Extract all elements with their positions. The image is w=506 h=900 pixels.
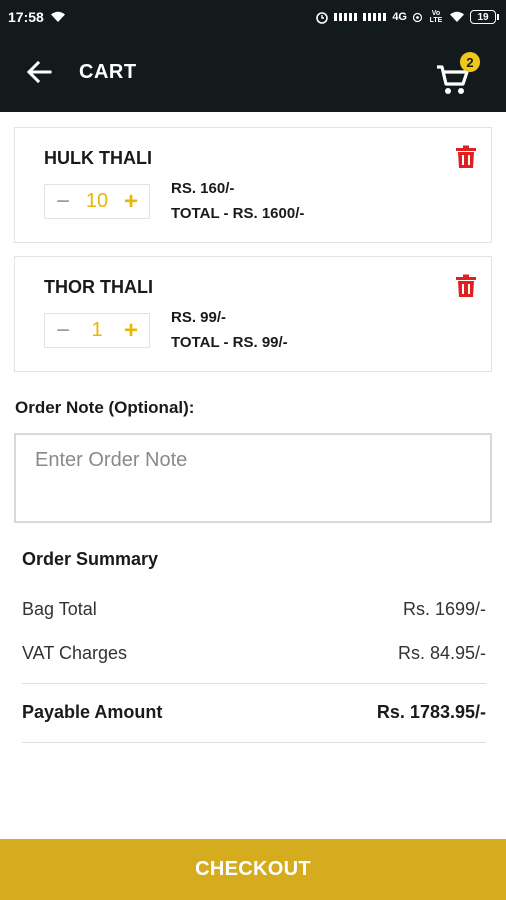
item-name: THOR THALI	[44, 277, 153, 297]
payable-amount-value: Rs. 1783.95/-	[376, 702, 486, 722]
back-button[interactable]	[24, 59, 54, 89]
bag-total-row: Bag Total Rs. 1699/-	[22, 599, 486, 620]
battery-icon: 19	[470, 10, 499, 24]
item-price: RS. 99/-	[171, 309, 227, 326]
item-name: HULK THALI	[44, 148, 152, 168]
order-summary-title: Order Summary	[22, 549, 159, 569]
decrease-quantity-button[interactable]: −	[53, 189, 73, 213]
payable-amount-row: Payable Amount Rs. 1783.95/-	[22, 702, 486, 723]
order-note-input[interactable]	[14, 433, 492, 523]
decrease-quantity-button[interactable]: −	[53, 318, 73, 342]
page-title: CART	[79, 61, 137, 83]
cart-button[interactable]: 2	[432, 52, 484, 98]
delete-item-button[interactable]	[455, 274, 479, 300]
order-note-label: Order Note (Optional):	[15, 398, 195, 417]
bag-total-value: Rs. 1699/-	[402, 599, 486, 619]
divider	[22, 742, 486, 743]
payable-amount-label: Payable Amount	[22, 702, 163, 722]
wifi-icon	[50, 11, 66, 23]
vat-charges-row: VAT Charges Rs. 84.95/-	[22, 643, 486, 664]
alarm-icon	[315, 10, 329, 24]
increase-quantity-button[interactable]: +	[121, 318, 141, 342]
trash-icon	[455, 145, 477, 173]
vat-charges-label: VAT Charges	[22, 643, 128, 663]
checkout-button[interactable]: CHECKOUT	[0, 839, 506, 900]
delete-item-button[interactable]	[455, 145, 479, 171]
hotspot-icon	[412, 12, 423, 23]
item-total: TOTAL - RS. 1600/-	[171, 205, 305, 222]
app-bar: CART 2	[0, 34, 506, 112]
status-bar: 17:58 4G Vo LTE 19	[0, 0, 506, 34]
quantity-stepper: − 1 +	[44, 313, 150, 348]
cart-badge: 2	[460, 52, 480, 72]
trash-icon	[455, 274, 477, 302]
quantity-stepper: − 10 +	[44, 184, 150, 219]
status-time: 17:58	[8, 9, 44, 25]
network-type: 4G	[392, 11, 407, 23]
cart-item-thor-thali: THOR THALI − 1 + RS. 99/- TOTAL - RS. 99…	[14, 256, 492, 372]
quantity-value: 1	[91, 319, 103, 341]
quantity-value: 10	[85, 190, 109, 212]
signal-icon-2	[363, 12, 387, 22]
wifi-icon-2	[449, 11, 465, 23]
divider	[22, 683, 486, 684]
increase-quantity-button[interactable]: +	[121, 189, 141, 213]
vat-charges-value: Rs. 84.95/-	[397, 643, 486, 663]
signal-icon	[334, 12, 358, 22]
item-total: TOTAL - RS. 99/-	[171, 334, 288, 351]
item-price: RS. 160/-	[171, 180, 235, 197]
bag-total-label: Bag Total	[22, 599, 97, 619]
arrow-left-icon	[26, 60, 52, 89]
volte-label: Vo LTE	[429, 10, 443, 24]
cart-item-hulk-thali: HULK THALI − 10 + RS. 160/- TOTAL - RS. …	[14, 127, 492, 243]
